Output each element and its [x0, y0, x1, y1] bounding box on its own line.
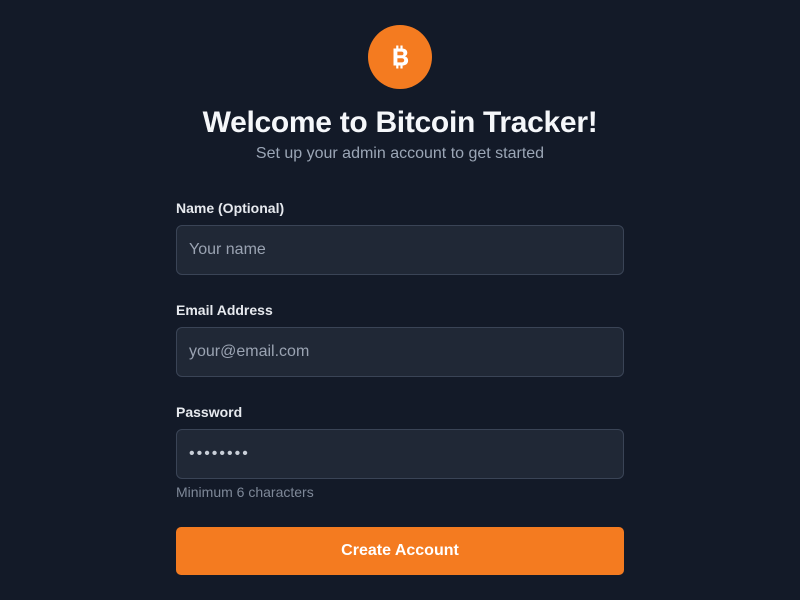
email-input[interactable] [176, 327, 624, 377]
page-subtitle: Set up your admin account to get started [255, 145, 545, 162]
password-hint: Minimum 6 characters [176, 484, 314, 500]
name-label: Name (Optional) [176, 200, 285, 216]
name-input[interactable] [176, 225, 624, 275]
bitcoin-icon [385, 42, 415, 72]
page-title: Welcome to Bitcoin Tracker! [202, 106, 598, 139]
setup-page: Welcome to Bitcoin Tracker! Set up your … [0, 0, 800, 600]
bitcoin-logo [368, 25, 432, 89]
password-label: Password [176, 404, 243, 420]
email-label: Email Address [176, 302, 273, 318]
password-input[interactable] [176, 429, 624, 479]
create-account-button[interactable]: Create Account [176, 527, 624, 575]
